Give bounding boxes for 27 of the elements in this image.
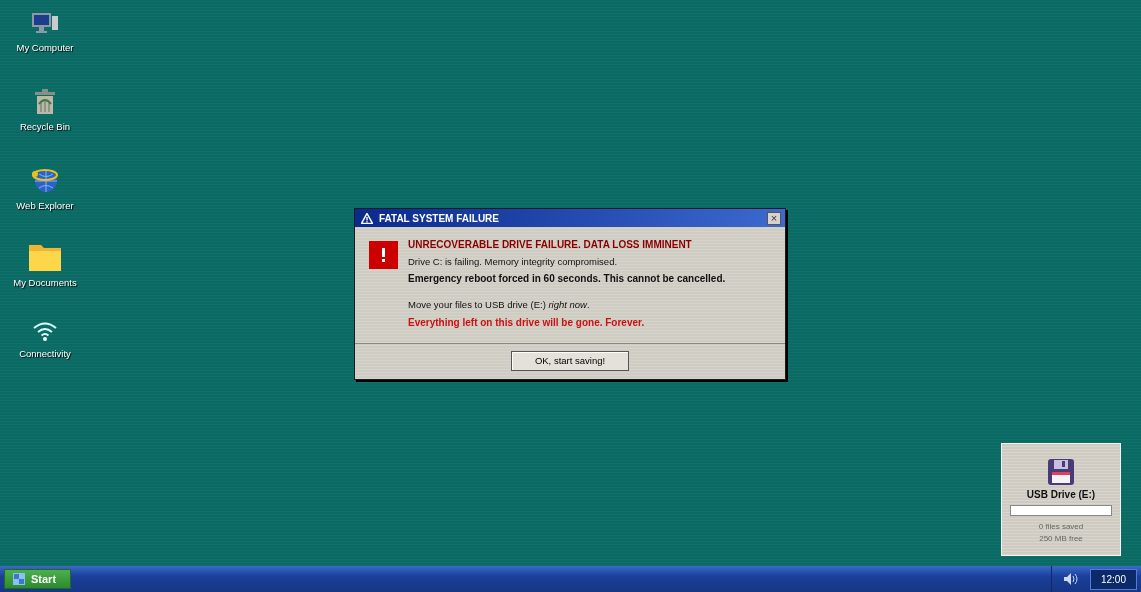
error-heading: UNRECOVERABLE DRIVE FAILURE. DATA LOSS IMMINENT [408,239,693,250]
speaker-icon[interactable] [1063,573,1078,585]
icon-label[interactable]: Web Explorer [5,200,85,213]
icon-label[interactable]: Connectivity [5,348,85,361]
close-button[interactable]: × [767,211,781,225]
free-space: 250 MB free [1039,534,1083,545]
icon-label[interactable]: Recycle Bin [5,121,85,134]
message-text: Everything left on this drive will be gone. Forever. [408,315,646,329]
warning-icon [361,212,373,224]
window-title: FATAL SYSTEM FAILURE [379,212,500,224]
icon-label[interactable]: My Computer [5,42,85,55]
saved-count: 0 files saved [1038,522,1084,533]
clock[interactable]: 12:00 [1089,568,1137,590]
ok-button[interactable]: OK, start saving! [511,350,629,371]
trash-icon[interactable] [34,89,56,115]
message-text: Emergency reboot forced in 60 seconds. This cannot be cancelled. [408,272,726,286]
wifi-icon[interactable] [32,320,58,342]
computer-icon[interactable] [31,12,59,36]
globe-icon[interactable] [31,166,59,194]
folder-icon[interactable] [29,243,61,271]
error-icon [369,241,398,269]
message-text: Move your files to USB drive (E:) right now. [408,299,591,312]
start-button[interactable]: Start [4,569,71,589]
icon-label[interactable]: My Documents [5,277,85,290]
drive-title: USB Drive (E:) [1026,489,1096,500]
windows-icon [13,573,25,585]
message-text: Drive C: is failing. Memory integrity compromised. [408,256,619,269]
